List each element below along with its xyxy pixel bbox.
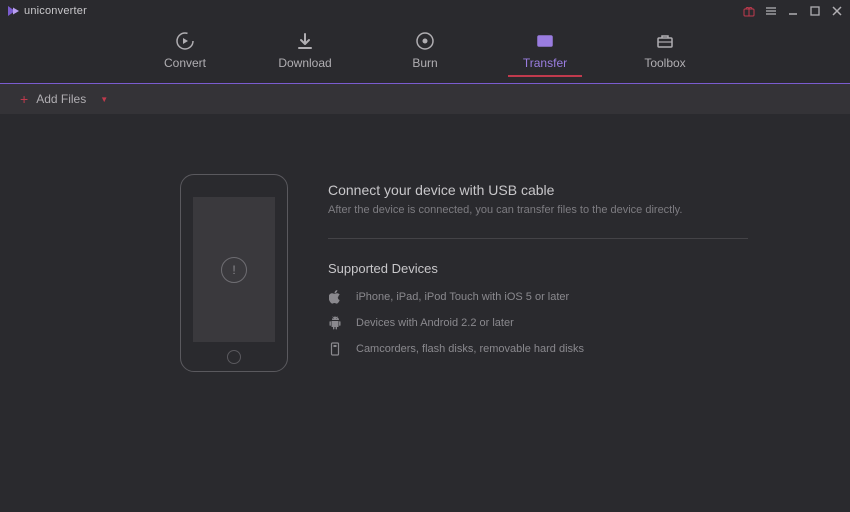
divider bbox=[328, 238, 748, 239]
tab-burn[interactable]: Burn bbox=[388, 30, 462, 76]
tab-download[interactable]: Download bbox=[268, 30, 342, 76]
toolbar: + Add Files ▼ bbox=[0, 84, 850, 114]
device-text: Devices with Android 2.2 or later bbox=[356, 317, 514, 329]
device-row-storage: Camcorders, flash disks, removable hard … bbox=[328, 342, 810, 356]
tab-label: Toolbox bbox=[644, 56, 685, 70]
window-controls bbox=[742, 4, 844, 18]
content-area: ! Connect your device with USB cable Aft… bbox=[0, 114, 850, 372]
toolbox-icon bbox=[654, 30, 676, 52]
titlebar: uniconverter bbox=[0, 0, 850, 22]
gift-icon[interactable] bbox=[742, 4, 756, 18]
burn-icon bbox=[414, 30, 436, 52]
apple-icon bbox=[328, 290, 342, 304]
alert-icon: ! bbox=[221, 257, 247, 283]
device-row-android: Devices with Android 2.2 or later bbox=[328, 316, 810, 330]
device-text: Camcorders, flash disks, removable hard … bbox=[356, 343, 584, 355]
add-files-label: Add Files bbox=[36, 92, 86, 106]
chevron-down-icon: ▼ bbox=[100, 95, 108, 104]
connect-heading: Connect your device with USB cable bbox=[328, 182, 810, 198]
tab-label: Transfer bbox=[523, 56, 567, 70]
tab-label: Convert bbox=[164, 56, 206, 70]
tab-toolbox[interactable]: Toolbox bbox=[628, 30, 702, 76]
close-button[interactable] bbox=[830, 4, 844, 18]
supported-title: Supported Devices bbox=[328, 261, 810, 276]
app-name: uniconverter bbox=[24, 5, 87, 17]
menu-icon[interactable] bbox=[764, 4, 778, 18]
convert-icon bbox=[174, 30, 196, 52]
tab-label: Burn bbox=[412, 56, 437, 70]
download-icon bbox=[294, 30, 316, 52]
storage-icon bbox=[328, 342, 342, 356]
maximize-button[interactable] bbox=[808, 4, 822, 18]
home-button-icon bbox=[227, 350, 241, 364]
device-placeholder: ! bbox=[180, 174, 288, 372]
main-tabs: Convert Download Burn Transfer Toolbox bbox=[0, 22, 850, 84]
device-text: iPhone, iPad, iPod Touch with iOS 5 or l… bbox=[356, 291, 569, 303]
device-row-ios: iPhone, iPad, iPod Touch with iOS 5 or l… bbox=[328, 290, 810, 304]
transfer-icon bbox=[534, 30, 556, 52]
tab-transfer[interactable]: Transfer bbox=[508, 30, 582, 76]
plus-icon: + bbox=[20, 91, 28, 107]
minimize-button[interactable] bbox=[786, 4, 800, 18]
logo-icon bbox=[6, 4, 20, 18]
tab-label: Download bbox=[278, 56, 331, 70]
app-logo: uniconverter bbox=[6, 4, 87, 18]
connect-subtext: After the device is connected, you can t… bbox=[328, 204, 810, 216]
tab-convert[interactable]: Convert bbox=[148, 30, 222, 76]
device-screen: ! bbox=[193, 197, 275, 342]
add-files-button[interactable]: + Add Files ▼ bbox=[20, 91, 108, 107]
info-panel: Connect your device with USB cable After… bbox=[328, 174, 810, 372]
android-icon bbox=[328, 316, 342, 330]
